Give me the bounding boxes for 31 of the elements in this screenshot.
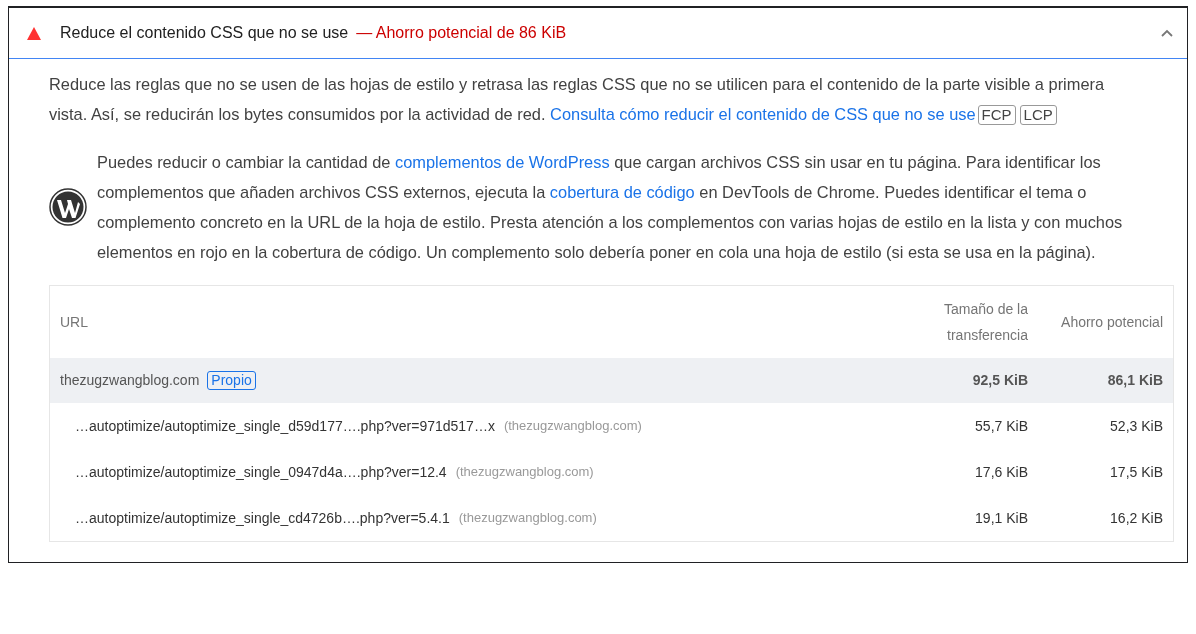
column-header: Ahorro potencial: [1060, 312, 1163, 332]
table-cell-text: 16,2 KiB: [1109, 508, 1163, 528]
metric-tag: LCP: [1019, 105, 1057, 125]
savings-text: — Ahorro potencial de 86 KiB: [356, 23, 567, 43]
chevron-up-icon[interactable]: [1161, 29, 1173, 37]
table-cell-text: 86,1 KiB: [1106, 371, 1163, 390]
column-header: Tamaño de la transferencia: [942, 300, 1028, 345]
host-text: (thezugzwangblog.com): [455, 463, 594, 482]
audit-description: Reduce las reglas que no se usen de las hojas de estilo y retrasa las reglas CSS que no se utilicen para el contenido de la parte visible a primera vista. Así, se reducirán los bytes consumidos por la actividad de red. Consulta cómo reducir el contenido de CSS que no se use FCP LCP: [49, 74, 1106, 127]
table-cell-text: …autoptimize/autoptimize_single_d59d177….php?ver=971d517…x: [75, 416, 495, 436]
table-cell-text: …autoptimize/autoptimize_single_0947d4a….php?ver=12.4: [75, 462, 447, 482]
audit-title: Reduce el contenido CSS que no se use: [60, 23, 349, 43]
table-cell-text: 17,6 KiB: [975, 462, 1028, 482]
wordpress-tip: Puedes reducir o cambiar la cantidad de complementos de WordPress que cargan archivos CSS sin usar en tu página. Para identificar los complementos que añaden archivos CSS externos, ejecuta la cobertura de código en DevTools de Chrome. Puedes identificar el tema o complemento concreto en la URL de la hoja de estilo. Presta atención a los complementos con varias hojas de estilo en la lista y con muchos elementos en rojo en la cobertura de código. Un complemento solo debería poner en cola una hoja de estilo (si esta se usa en la página).: [97, 152, 1124, 263]
host-text: (thezugzwangblog.com): [458, 509, 597, 528]
first-party-badge: Propio: [207, 371, 256, 390]
link[interactable]: complementos de WordPress: [394, 153, 610, 171]
table-cell-text: 17,5 KiB: [1109, 462, 1163, 482]
table-cell-text: 92,5 KiB: [972, 371, 1028, 390]
host-text: (thezugzwangblog.com): [503, 417, 642, 436]
table-cell-text: 19,1 KiB: [975, 508, 1028, 528]
table-cell-text: 55,7 KiB: [975, 416, 1028, 436]
table-cell-text: 52,3 KiB: [1109, 416, 1163, 436]
link[interactable]: cobertura de código: [549, 183, 695, 201]
metric-tag: FCP: [977, 105, 1016, 125]
link[interactable]: Consulta cómo reducir el contenido de CSS que no se use: [550, 105, 976, 123]
column-header: URL: [60, 312, 89, 332]
wordpress-logo-icon: [49, 188, 87, 226]
audit-header[interactable]: Reduce el contenido CSS que no se use — Ahorro potencial de 86 KiB: [9, 8, 1187, 59]
table-cell-text: …autoptimize/autoptimize_single_cd4726b….php?ver=5.4.1: [75, 508, 450, 528]
table-cell-text: thezugzwangblog.com: [60, 371, 200, 390]
